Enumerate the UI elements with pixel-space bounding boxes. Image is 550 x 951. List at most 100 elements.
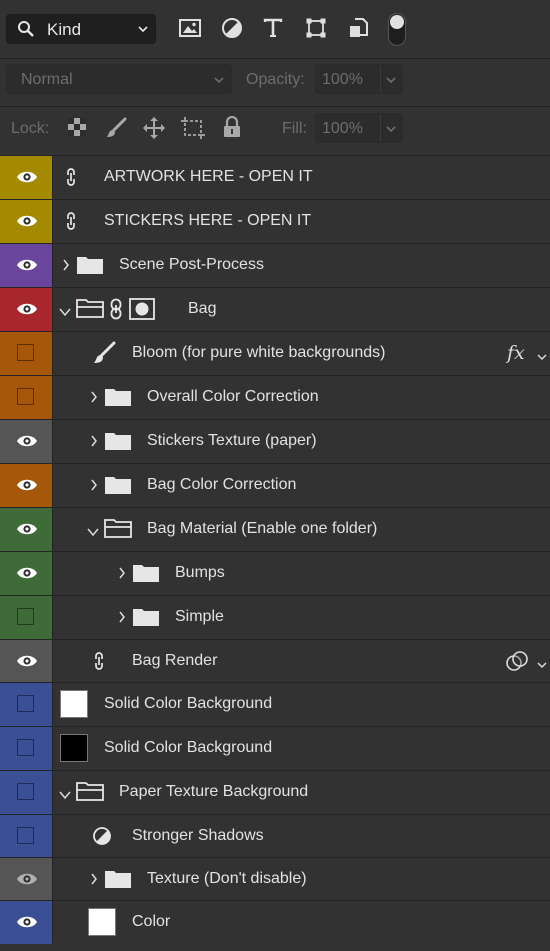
- layer-name[interactable]: Overall Color Correction: [147, 388, 319, 406]
- layer-name[interactable]: Scene Post-Process: [119, 256, 264, 274]
- type-filter-icon[interactable]: [262, 17, 284, 44]
- layer-name[interactable]: Stronger Shadows: [132, 827, 264, 845]
- smart-object-filter-icon[interactable]: [348, 17, 370, 44]
- layer-row[interactable]: Bag: [0, 287, 550, 331]
- layer-name[interactable]: Texture (Don't disable): [147, 870, 307, 888]
- eye-icon[interactable]: [16, 257, 38, 278]
- lock-artboard-icon[interactable]: [180, 116, 206, 145]
- layer-row[interactable]: Simple: [0, 595, 550, 639]
- lock-image-pixels-icon[interactable]: [105, 117, 127, 144]
- layer-row[interactable]: ARTWORK HERE - OPEN IT: [0, 155, 550, 199]
- visibility-toggle[interactable]: [17, 608, 34, 625]
- layer-row[interactable]: Stronger Shadows: [0, 814, 550, 857]
- layer-name[interactable]: Bag Color Correction: [147, 476, 296, 494]
- filter-toggle[interactable]: [388, 13, 406, 46]
- chevron-right-icon[interactable]: [118, 566, 126, 585]
- eye-icon[interactable]: [16, 301, 38, 322]
- layer-name[interactable]: Solid Color Background: [104, 739, 272, 757]
- layer-row[interactable]: Bag Render: [0, 639, 550, 682]
- layer-row[interactable]: Bloom (for pure white backgrounds) fx: [0, 331, 550, 375]
- eye-icon[interactable]: [16, 914, 38, 935]
- visibility-toggle[interactable]: [17, 695, 34, 712]
- layer-name[interactable]: ARTWORK HERE - OPEN IT: [104, 168, 313, 186]
- layer-row[interactable]: Paper Texture Background: [0, 770, 550, 814]
- layer-name[interactable]: Bloom (for pure white backgrounds): [132, 344, 385, 362]
- blending-options-icon[interactable]: [505, 650, 529, 677]
- layer-row[interactable]: Overall Color Correction: [0, 375, 550, 419]
- color-fill-thumbnail[interactable]: [88, 908, 116, 936]
- chevron-right-icon[interactable]: [118, 610, 126, 629]
- eye-icon[interactable]: [16, 169, 38, 190]
- layer-name[interactable]: Bag Render: [132, 652, 217, 670]
- layer-effects-badge[interactable]: fx: [507, 342, 525, 364]
- layer-row[interactable]: STICKERS HERE - OPEN IT: [0, 199, 550, 243]
- fill-label: Fill:: [282, 120, 307, 137]
- folder-icon: [76, 255, 104, 280]
- chevron-down-icon[interactable]: [58, 304, 72, 322]
- chevron-down-icon[interactable]: [536, 657, 548, 675]
- chevron-right-icon[interactable]: [90, 434, 98, 453]
- layer-row[interactable]: Bumps: [0, 551, 550, 595]
- chevron-right-icon[interactable]: [62, 258, 70, 277]
- folder-icon: [104, 431, 132, 456]
- image-filter-icon[interactable]: [178, 17, 202, 44]
- chevron-down-icon: [385, 122, 397, 140]
- color-fill-thumbnail[interactable]: [60, 690, 88, 718]
- layer-row[interactable]: Solid Color Background: [0, 726, 550, 770]
- eye-icon[interactable]: [16, 871, 38, 892]
- visibility-toggle[interactable]: [17, 783, 34, 800]
- chevron-down-icon[interactable]: [536, 349, 548, 367]
- layer-name[interactable]: Bumps: [175, 564, 225, 582]
- filter-kind-select[interactable]: Kind: [6, 14, 156, 44]
- chevron-right-icon[interactable]: [90, 478, 98, 497]
- layer-name[interactable]: Stickers Texture (paper): [147, 432, 317, 450]
- layer-row[interactable]: Solid Color Background: [0, 682, 550, 726]
- color-fill-thumbnail[interactable]: [60, 734, 88, 762]
- layer-name[interactable]: Solid Color Background: [104, 695, 272, 713]
- layer-name[interactable]: Color: [132, 913, 170, 931]
- chevron-down-icon[interactable]: [86, 524, 100, 542]
- opacity-field[interactable]: 100%: [315, 64, 403, 94]
- brush-icon: [92, 341, 116, 370]
- eye-icon[interactable]: [16, 653, 38, 674]
- layer-name[interactable]: STICKERS HERE - OPEN IT: [104, 212, 311, 230]
- eye-icon[interactable]: [16, 213, 38, 234]
- smart-object-icon: [93, 651, 105, 676]
- visibility-toggle[interactable]: [17, 344, 34, 361]
- adjustment-layer-icon: [92, 826, 112, 851]
- layer-name[interactable]: Paper Texture Background: [119, 783, 308, 801]
- folder-icon: [132, 607, 160, 632]
- chevron-right-icon[interactable]: [90, 872, 98, 891]
- lock-label: Lock:: [11, 120, 50, 137]
- lock-all-icon[interactable]: [222, 115, 242, 143]
- lock-transparent-pixels-icon[interactable]: [67, 117, 87, 142]
- layer-name[interactable]: Simple: [175, 608, 224, 626]
- layer-row[interactable]: Bag Color Correction: [0, 463, 550, 507]
- visibility-toggle[interactable]: [17, 739, 34, 756]
- eye-icon[interactable]: [16, 477, 38, 498]
- layer-row[interactable]: Bag Material (Enable one folder): [0, 507, 550, 551]
- eye-icon[interactable]: [16, 565, 38, 586]
- chevron-right-icon[interactable]: [90, 390, 98, 409]
- layer-row[interactable]: Color: [0, 900, 550, 944]
- layer-name[interactable]: Bag: [188, 300, 216, 318]
- layer-name[interactable]: Bag Material (Enable one folder): [147, 520, 377, 538]
- blend-mode-select[interactable]: Normal: [6, 64, 232, 94]
- adjustment-filter-icon[interactable]: [221, 17, 243, 44]
- chevron-down-icon: [385, 73, 397, 91]
- chevron-down-icon: [213, 73, 225, 91]
- layer-row[interactable]: Scene Post-Process: [0, 243, 550, 287]
- chevron-down-icon[interactable]: [58, 787, 72, 805]
- layer-row[interactable]: Texture (Don't disable): [0, 857, 550, 900]
- eye-icon[interactable]: [16, 521, 38, 542]
- filter-kind-label: Kind: [47, 20, 82, 39]
- visibility-toggle[interactable]: [17, 827, 34, 844]
- smart-object-icon: [65, 211, 77, 236]
- fill-field[interactable]: 100%: [315, 113, 403, 143]
- eye-icon[interactable]: [16, 433, 38, 454]
- folder-open-icon: [76, 298, 104, 323]
- visibility-toggle[interactable]: [17, 388, 34, 405]
- shape-filter-icon[interactable]: [305, 17, 327, 44]
- layer-row[interactable]: Stickers Texture (paper): [0, 419, 550, 463]
- lock-position-icon[interactable]: [142, 116, 166, 145]
